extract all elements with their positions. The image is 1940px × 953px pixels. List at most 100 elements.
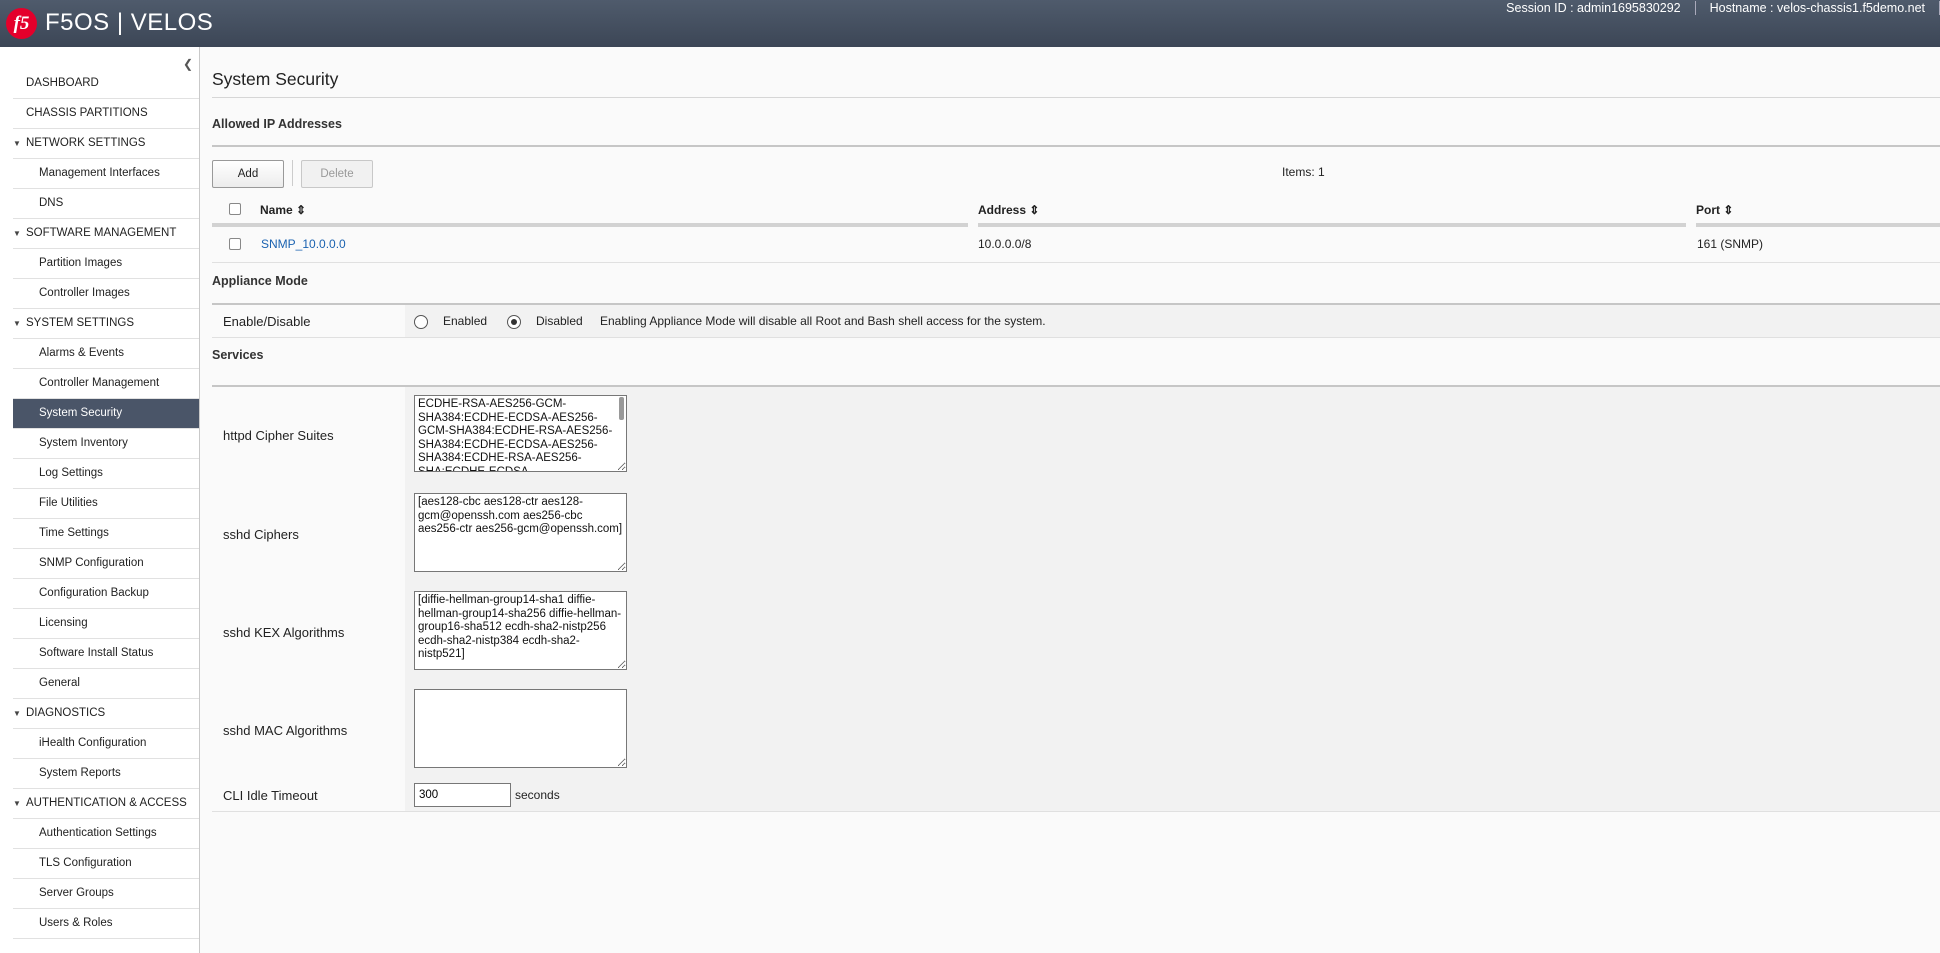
sidebar-item-management-interfaces[interactable]: Management Interfaces (13, 159, 199, 189)
sidebar-item-configuration-backup[interactable]: Configuration Backup (13, 579, 199, 609)
sort-icon: ⇕ (296, 203, 307, 217)
session-info: Session ID : admin1695830292 Hostname : … (1492, 1, 1940, 15)
header-underline (978, 223, 1686, 227)
sidebar-section-label: SOFTWARE MANAGEMENT (26, 227, 177, 239)
column-header-port[interactable]: Port ⇕ (1696, 203, 1733, 217)
sort-icon: ⇕ (1029, 203, 1040, 217)
sidebar-section-network-settings[interactable]: ▼ NETWORK SETTINGS (13, 129, 199, 159)
add-button[interactable]: Add (212, 160, 284, 188)
sidebar-item-chassis-partitions[interactable]: CHASSIS PARTITIONS (13, 99, 199, 129)
form-label-cell: sshd Ciphers (212, 485, 405, 583)
enabled-label: Enabled (443, 314, 488, 328)
appliance-mode-row: Enable/Disable Enabled Disabled Enabling… (212, 305, 1940, 338)
enabled-radio[interactable] (414, 315, 428, 329)
row-name-link[interactable]: SNMP_10.0.0.0 (261, 237, 346, 251)
sidebar: ❮ DASHBOARD CHASSIS PARTITIONS ▼ NETWORK … (0, 47, 200, 953)
header-underline (212, 223, 968, 227)
row-address: 10.0.0.0/8 (978, 237, 1032, 251)
sidebar-section-label: DIAGNOSTICS (26, 707, 106, 719)
sidebar-item-server-groups[interactable]: Server Groups (13, 879, 199, 909)
toolbar-divider (292, 160, 293, 186)
session-id: Session ID : admin1695830292 (1506, 1, 1681, 15)
httpd-cipher-suites-textarea[interactable]: ECDHE-RSA-AES256-GCM-SHA384:ECDHE-ECDSA-… (414, 395, 627, 472)
hostname: Hostname : velos-chassis1.f5demo.net (1709, 1, 1925, 15)
sidebar-item-partition-images[interactable]: Partition Images (13, 249, 199, 279)
sidebar-item-file-utilities[interactable]: File Utilities (13, 489, 199, 519)
row-port: 161 (SNMP) (1697, 237, 1764, 251)
section-title-allowed-ip: Allowed IP Addresses (212, 117, 342, 131)
items-count: Items: 1 (1282, 165, 1325, 179)
sidebar-item-licensing[interactable]: Licensing (13, 609, 199, 639)
divider (212, 145, 1940, 147)
sidebar-nav: DASHBOARD CHASSIS PARTITIONS ▼ NETWORK SE… (13, 69, 199, 939)
cli-idle-timeout-label: CLI Idle Timeout (223, 788, 318, 803)
sidebar-item-dashboard[interactable]: DASHBOARD (13, 69, 199, 99)
sidebar-section-label: SYSTEM SETTINGS (26, 317, 134, 329)
sidebar-item-system-security[interactable]: System Security (13, 399, 199, 429)
page-title: System Security (212, 69, 339, 89)
column-header-label: Port (1696, 203, 1720, 217)
form-label-cell: CLI Idle Timeout (212, 779, 405, 811)
disabled-radio[interactable] (507, 315, 521, 329)
divider (212, 97, 1940, 98)
caret-down-icon: ▼ (13, 229, 21, 238)
divider (212, 262, 1940, 263)
sidebar-item-controller-management[interactable]: Controller Management (13, 369, 199, 399)
form-label-cell: httpd Cipher Suites (212, 387, 405, 485)
select-all-checkbox[interactable] (229, 203, 241, 215)
sshd-kex-algorithms-textarea[interactable]: [diffie-hellman-group14-sha1 diffie-hell… (414, 591, 627, 670)
top-bar: f5 F5OS | VELOS Session ID : admin169583… (0, 0, 1940, 47)
caret-down-icon: ▼ (13, 799, 21, 808)
form-label-cell: sshd KEX Algorithms (212, 583, 405, 681)
header-underline (1696, 223, 1940, 227)
sidebar-section-diagnostics[interactable]: ▼ DIAGNOSTICS (13, 699, 199, 729)
column-header-name[interactable]: Name ⇕ (260, 203, 306, 217)
caret-down-icon: ▼ (13, 709, 21, 718)
sidebar-item-tls-configuration[interactable]: TLS Configuration (13, 849, 199, 879)
form-label-cell: sshd MAC Algorithms (212, 681, 405, 779)
sidebar-item-log-settings[interactable]: Log Settings (13, 459, 199, 489)
sidebar-item-alarms-events[interactable]: Alarms & Events (13, 339, 199, 369)
sidebar-item-ihealth-configuration[interactable]: iHealth Configuration (13, 729, 199, 759)
sidebar-section-label: NETWORK SETTINGS (26, 137, 146, 149)
section-title-appliance-mode: Appliance Mode (212, 274, 308, 288)
sidebar-item-general[interactable]: General (13, 669, 199, 699)
sidebar-item-software-install-status[interactable]: Software Install Status (13, 639, 199, 669)
main-content: System Security Allowed IP Addresses Add… (200, 47, 1940, 953)
sshd-ciphers-label: sshd Ciphers (223, 527, 299, 542)
appliance-mode-note: Enabling Appliance Mode will disable all… (600, 314, 1046, 328)
sidebar-section-software-management[interactable]: ▼ SOFTWARE MANAGEMENT (13, 219, 199, 249)
delete-button[interactable]: Delete (301, 160, 373, 188)
sidebar-item-system-inventory[interactable]: System Inventory (13, 429, 199, 459)
cli-idle-timeout-input[interactable] (414, 783, 511, 807)
sshd-mac-algorithms-textarea[interactable] (414, 689, 627, 768)
form-label-cell: Enable/Disable (212, 305, 405, 337)
row-checkbox[interactable] (229, 238, 241, 250)
sidebar-item-time-settings[interactable]: Time Settings (13, 519, 199, 549)
brand-title: F5OS | VELOS (45, 9, 214, 36)
column-header-label: Address (978, 203, 1027, 217)
sidebar-item-controller-images[interactable]: Controller Images (13, 279, 199, 309)
appliance-mode-label: Enable/Disable (223, 314, 311, 329)
httpd-cipher-label: httpd Cipher Suites (223, 428, 334, 443)
sidebar-item-users-roles[interactable]: Users & Roles (13, 909, 199, 939)
sidebar-section-system-settings[interactable]: ▼ SYSTEM SETTINGS (13, 309, 199, 339)
sshd-mac-label: sshd MAC Algorithms (223, 723, 348, 738)
column-header-address[interactable]: Address ⇕ (978, 203, 1039, 217)
sidebar-item-authentication-settings[interactable]: Authentication Settings (13, 819, 199, 849)
caret-down-icon: ▼ (13, 319, 21, 328)
sidebar-item-system-reports[interactable]: System Reports (13, 759, 199, 789)
scrollbar[interactable] (619, 397, 624, 420)
section-title-services: Services (212, 348, 264, 362)
sidebar-item-snmp-configuration[interactable]: SNMP Configuration (13, 549, 199, 579)
sshd-ciphers-textarea[interactable]: [aes128-cbc aes128-ctr aes128-gcm@openss… (414, 493, 627, 572)
sidebar-section-label: AUTHENTICATION & ACCESS (26, 797, 187, 809)
sshd-kex-label: sshd KEX Algorithms (223, 625, 345, 640)
cli-idle-timeout-unit: seconds (515, 788, 560, 802)
f5-logo-icon: f5 (6, 8, 37, 39)
caret-down-icon: ▼ (13, 139, 21, 148)
disabled-label: Disabled (536, 314, 583, 328)
sidebar-section-authentication-access[interactable]: ▼ AUTHENTICATION & ACCESS (13, 789, 199, 819)
column-header-label: Name (260, 203, 293, 217)
sidebar-item-dns[interactable]: DNS (13, 189, 199, 219)
